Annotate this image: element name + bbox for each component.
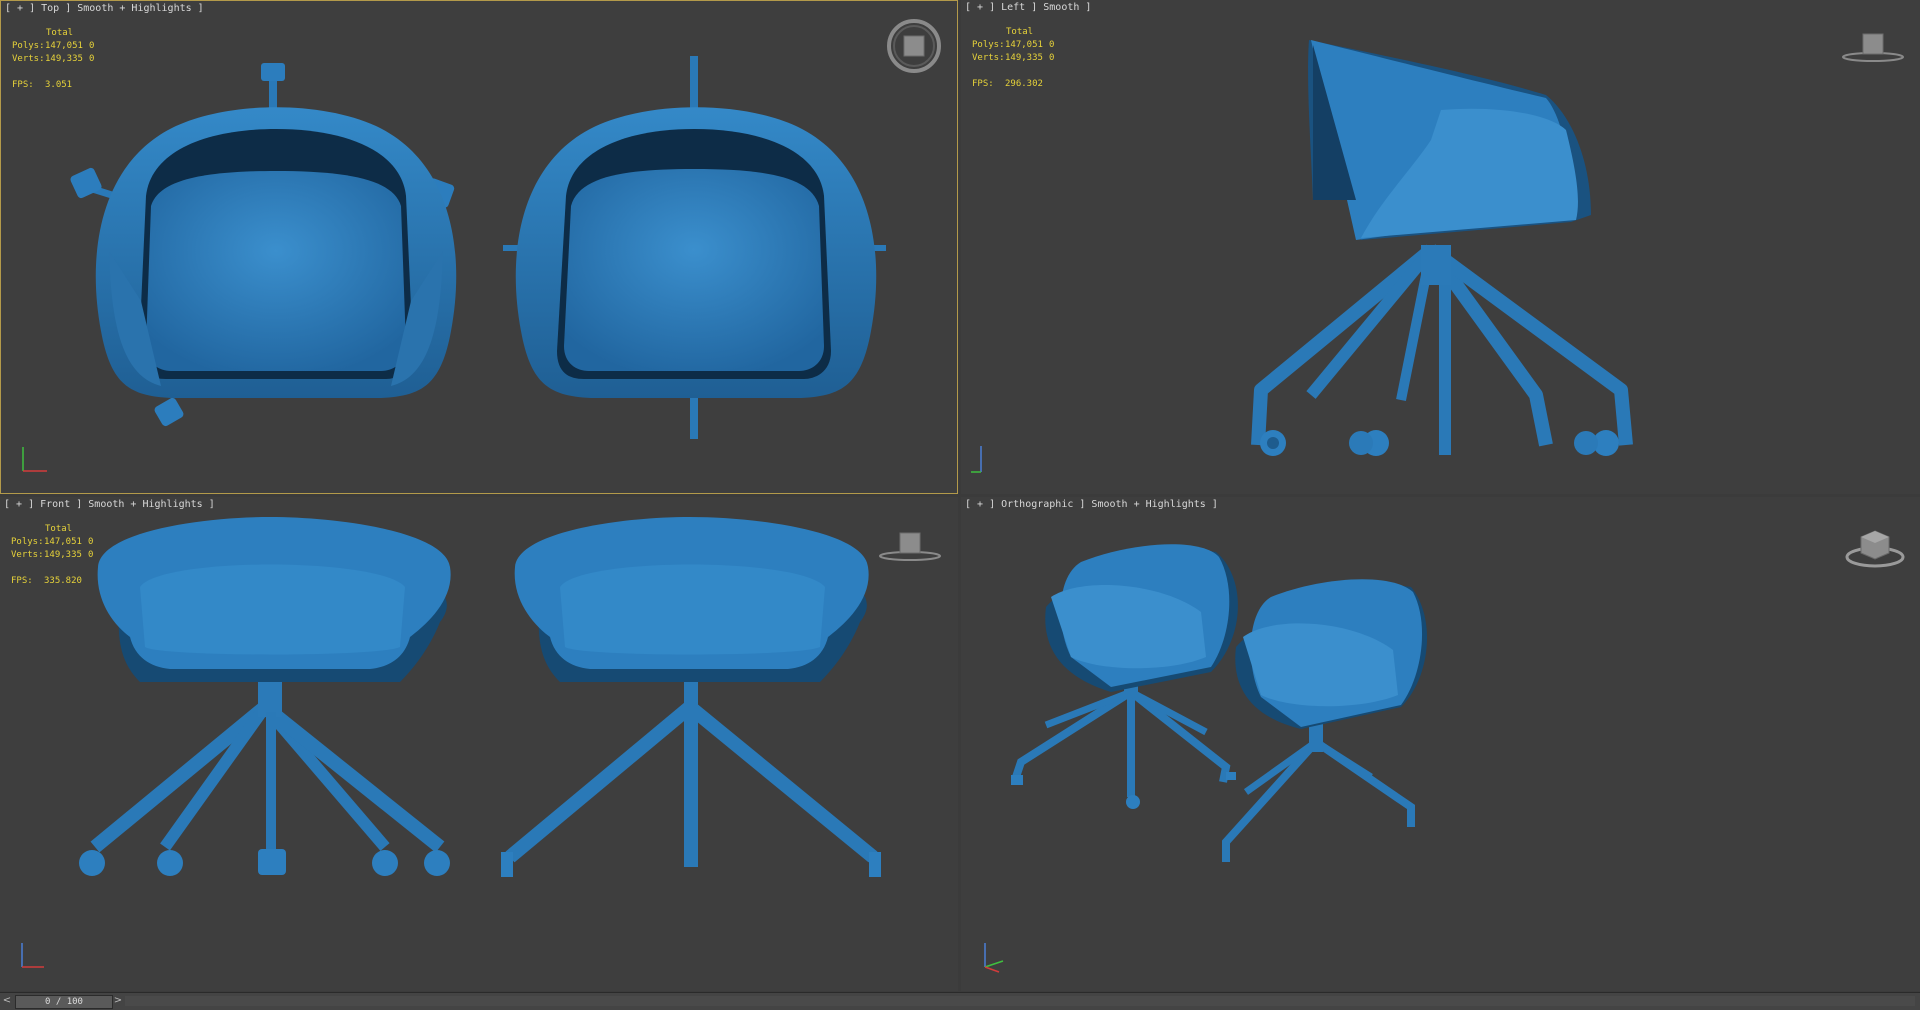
viewport-label[interactable]: [ + ] Front ] Smooth + Highlights ] xyxy=(4,499,215,510)
chair-front-a xyxy=(79,517,451,876)
polys-value: 147,051 xyxy=(1005,40,1043,50)
chair-ortho-a xyxy=(1011,544,1238,809)
polys-value: 147,051 xyxy=(45,41,83,51)
verts-value: 149,335 xyxy=(45,54,83,64)
verts-value: 149,335 xyxy=(1005,53,1043,63)
statistics-overlay: Total Polys: 147,051 0 Verts: 149,335 0 FPS:… xyxy=(11,523,93,588)
front-viewport[interactable]: [ + ] Front ] Smooth + Highlights ] Tota… xyxy=(0,497,958,991)
front-viewcube-icon[interactable] xyxy=(878,527,942,563)
verts-selected: 0 xyxy=(88,550,94,560)
axis-tripod-icon xyxy=(984,943,1004,973)
viewport-label[interactable]: [ + ] Left ] Smooth ] xyxy=(965,2,1091,13)
fps-value: 3.051 xyxy=(45,80,73,90)
verts-selected: 0 xyxy=(89,54,95,64)
chevron-right-icon[interactable]: > xyxy=(113,994,123,1008)
top-viewcube-icon[interactable] xyxy=(886,18,942,74)
stats-header: Total xyxy=(46,28,74,38)
polys-selected: 0 xyxy=(1049,40,1055,50)
verts-selected: 0 xyxy=(1049,53,1055,63)
statistics-overlay: Total Polys: 147,051 0 Verts: 149,335 0 FPS:… xyxy=(972,26,1054,91)
fps-label: FPS: xyxy=(11,576,33,586)
verts-label: Verts: xyxy=(12,54,45,64)
polys-label: Polys: xyxy=(972,40,1005,50)
polys-selected: 0 xyxy=(88,537,94,547)
fps-value: 296.302 xyxy=(1005,79,1043,89)
front-view-scene xyxy=(79,517,881,877)
polys-selected: 0 xyxy=(89,41,95,51)
top-view-scene xyxy=(70,56,886,439)
left-view-scene xyxy=(1251,40,1633,456)
time-slider-bar: < 0 / 100 > xyxy=(0,992,1920,1010)
stats-header: Total xyxy=(1006,27,1034,37)
orthographic-view-scene xyxy=(1011,544,1428,862)
stats-header: Total xyxy=(45,524,73,534)
fps-label: FPS: xyxy=(972,79,994,89)
chair-ortho-b xyxy=(1222,579,1428,862)
time-slider-handle[interactable]: 0 / 100 xyxy=(15,995,113,1009)
chair-top-a xyxy=(70,63,457,427)
left-viewport[interactable]: [ + ] Left ] Smooth ] Total Polys: 147,05… xyxy=(961,0,1920,494)
polys-value: 147,051 xyxy=(44,537,82,547)
verts-label: Verts: xyxy=(972,53,1005,63)
viewport-label[interactable]: [ + ] Orthographic ] Smooth + Highlights… xyxy=(965,499,1218,510)
statistics-overlay: Total Polys: 147,051 0 Verts: 149,335 0 FPS:… xyxy=(12,27,94,92)
orthographic-viewport[interactable]: [ + ] Orthographic ] Smooth + Highlights… xyxy=(961,497,1920,991)
left-viewcube-icon[interactable] xyxy=(1841,28,1905,64)
axis-tripod-icon xyxy=(21,943,44,968)
axis-tripod-icon xyxy=(971,446,982,473)
viewport-label[interactable]: [ + ] Top ] Smooth + Highlights ] xyxy=(5,3,204,14)
fps-value: 335.820 xyxy=(44,576,82,586)
axis-tripod-icon xyxy=(22,447,47,472)
chair-left-side xyxy=(1251,40,1633,456)
orthographic-viewcube-icon[interactable] xyxy=(1843,523,1907,571)
polys-label: Polys: xyxy=(11,537,44,547)
polys-label: Polys: xyxy=(12,41,45,51)
top-viewport[interactable]: [ + ] Top ] Smooth + Highlights ] Total … xyxy=(0,0,958,494)
fps-label: FPS: xyxy=(12,80,34,90)
chevron-left-icon[interactable]: < xyxy=(2,994,12,1008)
chair-front-b xyxy=(501,517,881,877)
chair-top-b xyxy=(503,56,886,439)
time-slider-track[interactable] xyxy=(125,996,1915,1006)
verts-value: 149,335 xyxy=(44,550,82,560)
verts-label: Verts: xyxy=(11,550,44,560)
